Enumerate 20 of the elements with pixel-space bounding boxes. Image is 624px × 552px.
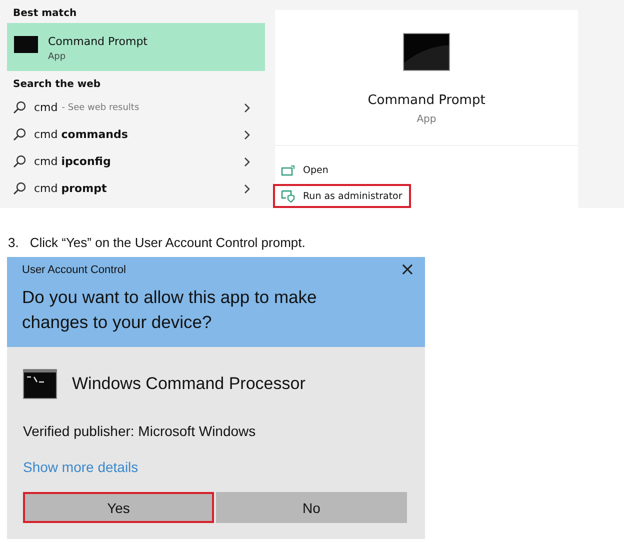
program-name: Windows Command Processor (72, 374, 306, 394)
step-text: Click “Yes” on the User Account Control prompt. (30, 235, 306, 252)
best-match-item[interactable]: Command Prompt App (7, 23, 265, 71)
action-item[interactable]: Open (273, 158, 411, 182)
web-result-item[interactable]: cmd commands (0, 121, 265, 148)
web-result-item[interactable]: cmd ipconfig (0, 148, 265, 175)
close-button[interactable]: × (400, 261, 415, 279)
dialog-question: Do you want to allow this app to make changes to your device? (22, 286, 318, 334)
dialog-title: User Account Control (22, 264, 126, 276)
dialog-button[interactable]: No (216, 492, 407, 523)
web-result-item[interactable]: cmd prompt (0, 175, 265, 202)
app-name: Command Prompt (368, 93, 486, 108)
section-heading: Best match (12, 8, 78, 21)
action-item[interactable]: Run as administrator (273, 184, 411, 208)
step-number: 3. (8, 235, 19, 252)
publisher-text: Verified publisher: Microsoft Windows (23, 423, 257, 439)
dialog-button[interactable]: Yes (23, 492, 214, 523)
web-result-item[interactable]: cmd - See web results (0, 94, 265, 121)
app-type: App (416, 114, 436, 125)
section-heading: Search the web (12, 78, 102, 92)
